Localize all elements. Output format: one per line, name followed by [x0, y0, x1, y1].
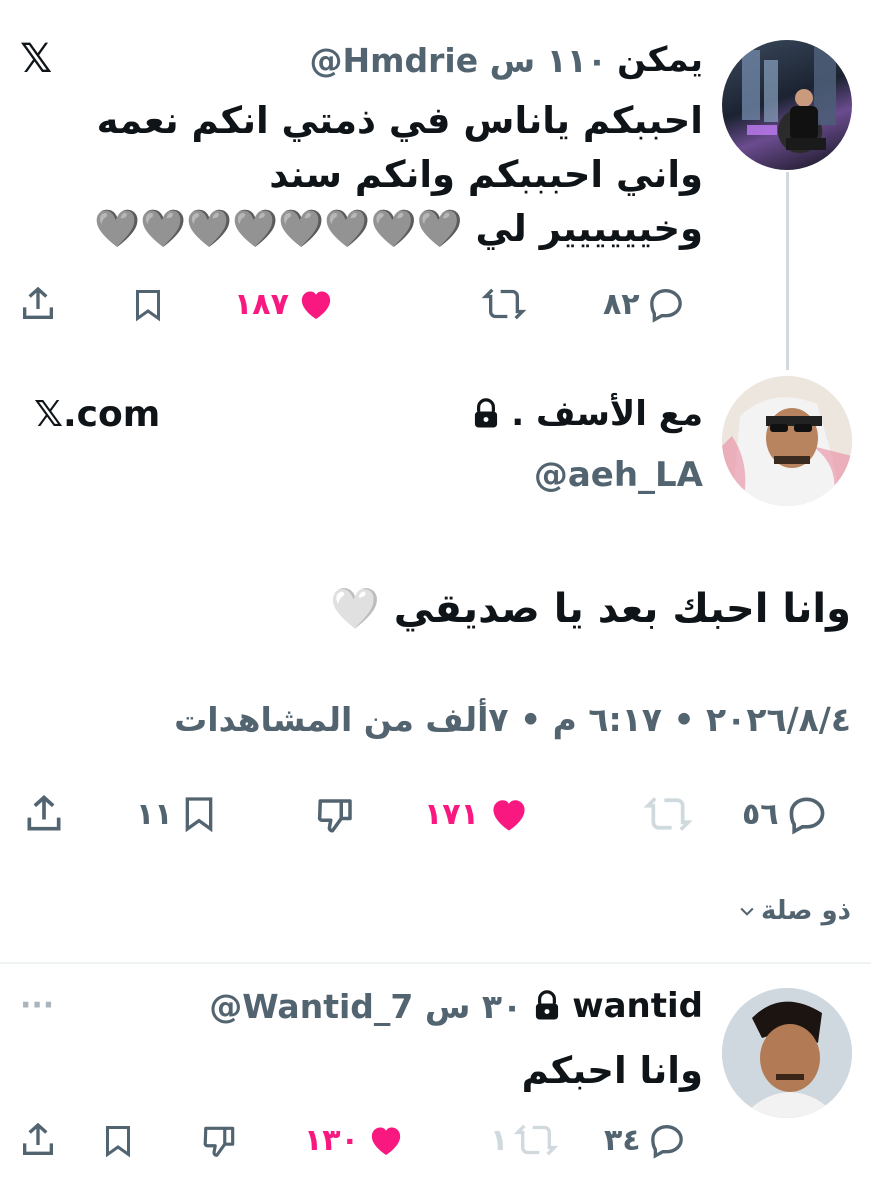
retweet-button[interactable]	[644, 792, 692, 836]
like-count: ١٧١	[424, 796, 479, 832]
like-button[interactable]: ١٨٧	[234, 284, 337, 324]
x-logo: 𝕏	[20, 36, 53, 82]
bookmark-icon	[136, 290, 160, 322]
tweet-meta[interactable]: ٢٠٢٦/٨/٤ • ٦:١٧ م • ٧ألف من المشاهدات	[174, 700, 851, 739]
more-options-button[interactable]: ···	[20, 988, 54, 1023]
chevron-down-icon	[740, 907, 754, 916]
heart-filled-icon	[493, 800, 525, 831]
author-name[interactable]: wantid	[572, 986, 703, 1026]
bookmark-button[interactable]: ١١	[136, 792, 219, 836]
retweet-icon	[514, 1124, 559, 1156]
avatar[interactable]	[722, 40, 852, 170]
bookmark-button[interactable]	[130, 286, 166, 324]
reply-icon	[789, 797, 825, 835]
lock-icon	[536, 990, 559, 1020]
thumbs-down-icon	[203, 1126, 235, 1157]
like-count: ١٣٠	[304, 1122, 359, 1158]
avatar-photo	[722, 988, 852, 1118]
retweet-button[interactable]: ١	[490, 1120, 559, 1160]
lock-icon	[475, 398, 498, 428]
reply-count: ٥٦	[742, 796, 779, 832]
bookmark-icon	[106, 1126, 130, 1158]
retweet-icon	[482, 288, 526, 320]
heart-filled-icon	[371, 1127, 401, 1155]
reply-count: ٨٢	[603, 286, 640, 322]
author-handle-time[interactable]: @Hmdrie ١١٠ س	[310, 41, 608, 80]
divider	[0, 962, 871, 964]
reply-icon	[650, 1124, 683, 1159]
bookmark-icon	[185, 797, 212, 833]
share-icon	[27, 795, 61, 831]
thumbs-down-icon	[317, 799, 352, 833]
share-button[interactable]	[18, 1120, 58, 1160]
author-handle[interactable]: @aeh_LA	[534, 455, 703, 495]
avatar-photo	[722, 376, 852, 506]
dislike-button[interactable]	[314, 794, 358, 836]
tweet-text-line: وخيييييير لي 🩶🩶🩶🩶🩶🩶🩶🩶	[94, 207, 703, 250]
reply-button[interactable]: ٨٢	[603, 284, 686, 324]
like-count: ١٨٧	[234, 286, 289, 322]
retweet-icon	[644, 797, 692, 831]
tweet-text-line: واني احبببكم وانكم سند	[269, 153, 703, 196]
avatar-photo	[742, 45, 836, 150]
bookmark-count: ١١	[136, 796, 173, 832]
like-button[interactable]: ١٣٠	[304, 1120, 407, 1160]
replies-sort-dropdown[interactable]: ذو صلة	[737, 896, 851, 926]
heart-filled-icon	[301, 291, 331, 319]
share-icon	[23, 1122, 53, 1155]
author-handle-time[interactable]: @Wantid_7 ٣٠ س	[209, 987, 522, 1026]
tweet-text: وانا احبك بعد يا صديقي 🤍	[330, 586, 851, 632]
avatar[interactable]	[722, 988, 852, 1118]
tweet-text: وانا احبكم	[521, 1049, 703, 1092]
thread-line	[786, 172, 789, 370]
author-name[interactable]: يمكن	[617, 40, 703, 80]
reply-button[interactable]: ٥٦	[742, 792, 829, 836]
dislike-button[interactable]	[200, 1122, 240, 1160]
tweet-text-line: احببكم ياناس في ذمتي انكم نعمه	[96, 99, 703, 142]
retweet-button[interactable]	[482, 284, 526, 324]
like-button[interactable]: ١٧١	[424, 792, 533, 836]
tweet-text: احببكم ياناس في ذمتي انكم نعمه واني احبب…	[23, 94, 703, 256]
share-button[interactable]	[18, 284, 58, 324]
reply-icon	[649, 288, 682, 323]
share-icon	[23, 286, 53, 319]
retweet-count: ١	[490, 1122, 509, 1158]
avatar[interactable]	[722, 376, 852, 506]
reply-count: ٣٤	[604, 1122, 641, 1158]
author-name[interactable]: مع الأسف .	[511, 394, 703, 434]
replies-sort-label: ذو صلة	[760, 896, 851, 926]
bookmark-button[interactable]	[100, 1122, 136, 1160]
share-button[interactable]	[22, 792, 66, 836]
x-com-label: 𝕏.com	[34, 394, 161, 435]
reply-button[interactable]: ٣٤	[604, 1120, 687, 1160]
